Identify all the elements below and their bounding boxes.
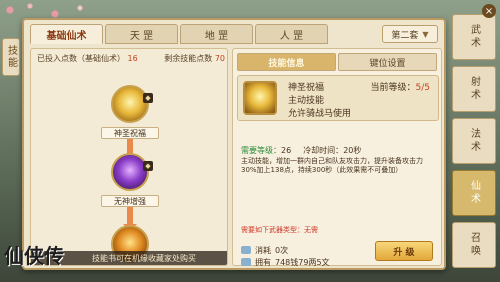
- skill-label-enhance: 无神增强: [101, 195, 159, 207]
- arrow-down-icon: [123, 207, 137, 231]
- skill-tree: 已投入点数（基础仙术） 16 剩余技能点数 70 ◆ 神圣祝福 ◆ 无神增强 技…: [30, 48, 228, 266]
- class-xianshu[interactable]: 仙术: [452, 170, 496, 216]
- close-icon[interactable]: ×: [482, 4, 496, 18]
- skill-name: 神圣祝福: [288, 83, 325, 93]
- coin-icon: [241, 246, 251, 254]
- class-zhaohuan[interactable]: 召唤: [452, 222, 496, 268]
- skills-side-tab[interactable]: 技能: [2, 38, 20, 76]
- skill-node-enhance[interactable]: ◆: [111, 153, 153, 191]
- need-level: 需要等级：26: [241, 146, 292, 155]
- upgrade-cost: 消耗 0次 拥有 748钱79两5文: [241, 245, 351, 269]
- skill-label-blessing: 神圣祝福: [101, 127, 159, 139]
- blessing-icon: [243, 81, 277, 115]
- points-remaining: 剩余技能点数 70: [164, 54, 225, 63]
- tab-digang[interactable]: 地 罡: [180, 24, 253, 44]
- skill-stats: 需要等级：26 冷却时间：20秒: [241, 145, 437, 156]
- owned-row: 拥有 748钱79两5文: [241, 257, 351, 267]
- skill-description: 主动技能，增加一群内自己和队友攻击力，提升装备攻击力30%加上138点，持续30…: [241, 157, 423, 174]
- weapon-requirement: 需要如下武器类型：无需: [241, 226, 318, 234]
- tab-rengang[interactable]: 人 罡: [255, 24, 328, 44]
- points-row: 已投入点数（基础仙术） 16 剩余技能点数 70: [37, 53, 225, 64]
- class-sidebar: 武术 射术 法术 仙术 召唤: [452, 14, 496, 270]
- tab-key-settings[interactable]: 键位设置: [338, 53, 437, 71]
- skill-node-blessing[interactable]: ◆: [111, 85, 153, 123]
- skill-badge-icon: ◆: [143, 93, 153, 103]
- game-logo: 仙侠传: [4, 244, 64, 268]
- chevron-down-icon: ▼: [422, 29, 429, 39]
- upgrade-button[interactable]: 升 级: [375, 241, 433, 261]
- set-select-value: 第二套: [391, 30, 419, 41]
- skill-detail: 技能信息 键位设置 神圣祝福 当前等级：5/5 主动技能 允许骑战马使用 需要等…: [232, 48, 442, 269]
- set-select[interactable]: 第二套 ▼: [382, 25, 438, 43]
- points-invested: 已投入点数（基础仙术） 16: [37, 54, 138, 63]
- tab-basic-magic[interactable]: 基础仙术: [30, 24, 103, 44]
- coin-icon: [241, 258, 251, 266]
- class-fashu[interactable]: 法术: [452, 118, 496, 164]
- skill-type: 主动技能: [288, 96, 325, 106]
- tab-tiangang[interactable]: 天 罡: [105, 24, 178, 44]
- category-tabs: 基础仙术 天 罡 地 罡 人 罡: [30, 24, 330, 44]
- detail-tabs: 技能信息 键位设置: [237, 53, 439, 71]
- cooldown: 冷却时间：20秒: [303, 146, 362, 155]
- skill-level: 当前等级：5/5: [370, 83, 431, 93]
- cost-row: 消耗 0次: [241, 245, 351, 255]
- skill-card: 神圣祝福 当前等级：5/5 主动技能 允许骑战马使用: [237, 75, 439, 121]
- skill-badge-icon: ◆: [143, 161, 153, 171]
- tab-skill-info[interactable]: 技能信息: [237, 53, 336, 71]
- skill-usage: 允许骑战马使用: [288, 109, 352, 119]
- class-sheshu[interactable]: 射术: [452, 66, 496, 112]
- class-wushu[interactable]: 武术: [452, 14, 496, 60]
- skills-panel: 基础仙术 天 罡 地 罡 人 罡 第二套 ▼ 已投入点数（基础仙术） 16 剩余…: [22, 18, 446, 270]
